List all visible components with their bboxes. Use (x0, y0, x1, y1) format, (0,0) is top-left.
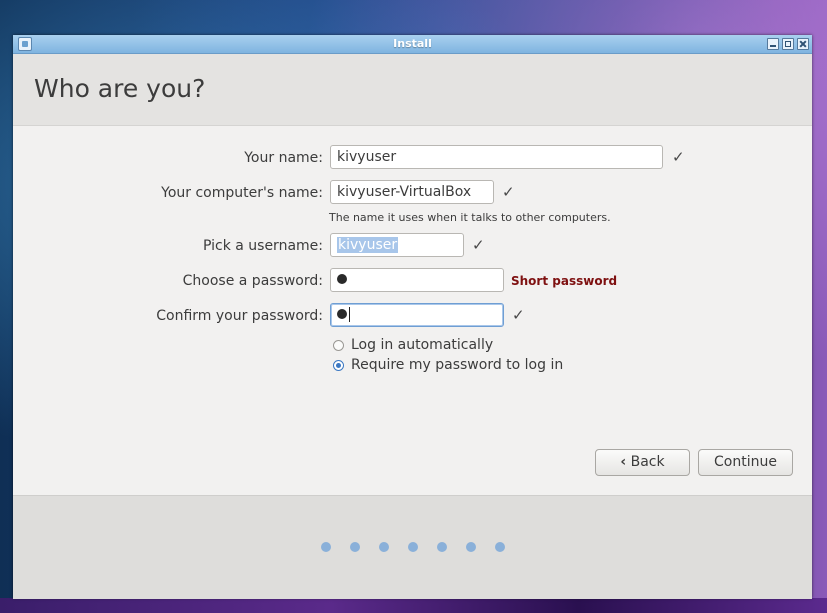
continue-button[interactable]: Continue (698, 449, 793, 476)
back-button[interactable]: ‹ Back (595, 449, 690, 476)
confirm-password-field[interactable] (330, 303, 504, 327)
name-check-icon: ✓ (672, 148, 685, 166)
username-selected-text: kivyuser (337, 237, 399, 253)
computer-name-hint: The name it uses when it talks to other … (329, 211, 611, 224)
login-require-password-label: Require my password to log in (351, 357, 564, 373)
password-field[interactable] (330, 268, 504, 292)
username-field[interactable]: kivyuser (330, 233, 464, 257)
maximize-icon[interactable] (782, 38, 794, 50)
window-titlebar[interactable]: Install (13, 35, 812, 54)
login-auto-label: Log in automatically (351, 337, 494, 353)
password-strength-warning: Short password (511, 274, 618, 288)
chevron-left-icon: ‹ (620, 454, 627, 470)
text-caret (349, 306, 350, 322)
username-check-icon: ✓ (472, 236, 485, 254)
password-mask-dot (337, 274, 347, 284)
progress-step-dot (379, 542, 389, 552)
window-title: Install (393, 37, 432, 50)
progress-step-dot (408, 542, 418, 552)
close-icon[interactable] (797, 38, 809, 50)
computer-name-label: Your computer's name: (161, 185, 323, 201)
computer-name-check-icon: ✓ (502, 183, 515, 201)
progress-step-dot (437, 542, 447, 552)
progress-step-dot (466, 542, 476, 552)
progress-step-dot (350, 542, 360, 552)
name-field[interactable]: kivyuser (330, 145, 663, 169)
password-label: Choose a password: (182, 273, 323, 289)
desktop-panel-strip (0, 598, 827, 613)
back-button-label: Back (630, 454, 665, 470)
minimize-icon[interactable] (767, 38, 779, 50)
login-require-password-radio[interactable] (333, 360, 344, 371)
login-auto-radio[interactable] (333, 340, 344, 351)
progress-step-dot (495, 542, 505, 552)
installer-window: Install Who are you? Your name: kivyuser… (13, 35, 812, 599)
computer-name-field[interactable]: kivyuser-VirtualBox (330, 180, 494, 204)
progress-step-dot (321, 542, 331, 552)
username-label: Pick a username: (202, 238, 323, 254)
page-title: Who are you? (34, 74, 206, 103)
confirm-password-mask-dot (337, 309, 347, 319)
confirm-password-label: Confirm your password: (156, 308, 323, 324)
confirm-password-check-icon: ✓ (512, 306, 525, 324)
name-label: Your name: (244, 150, 323, 166)
